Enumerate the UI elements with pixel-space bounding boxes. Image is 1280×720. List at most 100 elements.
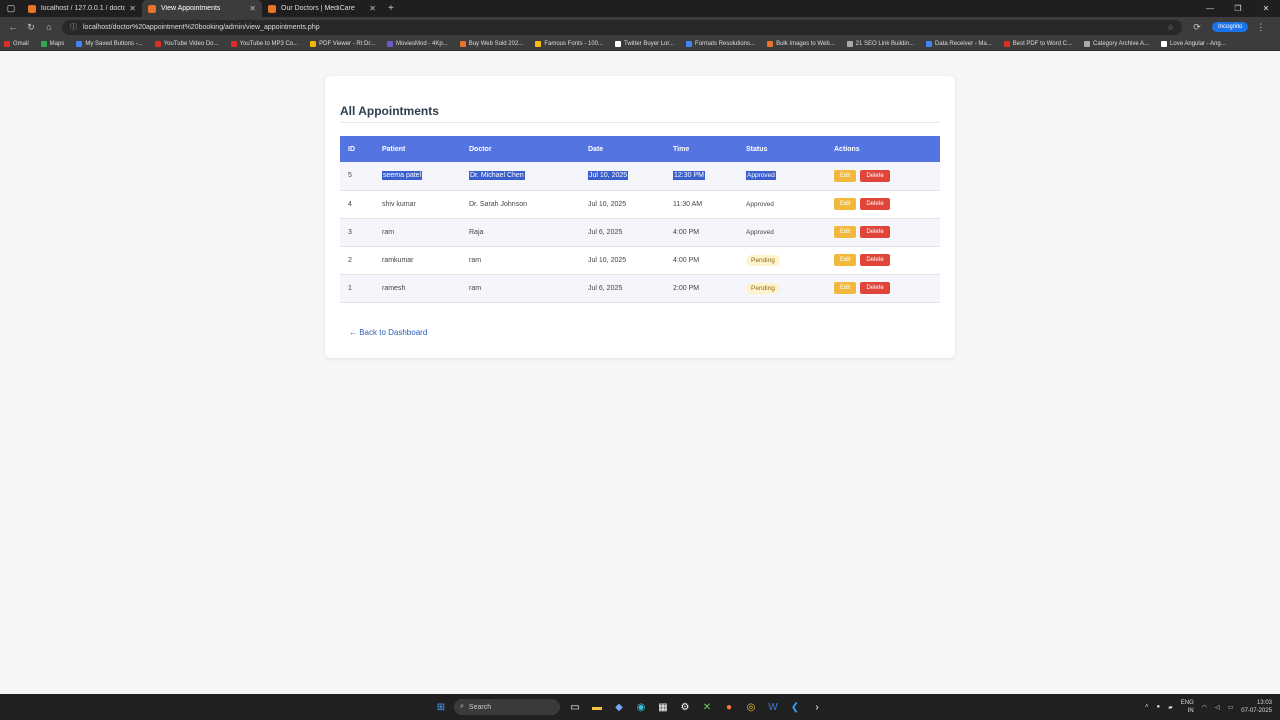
appointments-card: All Appointments ID Patient Doctor Date … [325,76,955,358]
patient-text: seema patel [382,171,423,181]
bookmark-item[interactable]: Formats Resolutions... [686,40,755,47]
doctor-text: Dr. Sarah Johnson [469,200,527,208]
site-favicon-icon [268,4,276,13]
bookmark-item[interactable]: Category Archive A... [1083,40,1149,47]
bookmark-favicon-icon [1003,40,1010,47]
battery-icon[interactable]: ▭ [1228,704,1234,711]
word-icon[interactable]: W [764,698,782,716]
delete-button[interactable]: Delete [860,198,890,210]
edge-icon[interactable]: ◉ [632,698,650,716]
bookmark-item[interactable]: Famous Fonts - 100... [535,40,603,47]
bookmark-star-icon[interactable]: ☆ [1167,23,1174,32]
firefox-icon[interactable]: ● [720,698,738,716]
cell-actions: Edit Delete [826,274,940,302]
id-text: 5 [348,172,352,180]
bookmark-favicon-icon [76,40,83,47]
browser-tab-phpmyadmin[interactable]: localhost / 127.0.0.1 / doctor app ✕ [22,0,142,17]
bookmark-item[interactable]: 21 SEO Link Buildin... [846,40,914,47]
bookmark-item[interactable]: YouTube to MP3 Co... [230,40,298,47]
date-text: Jul 10, 2025 [588,200,627,208]
store-icon[interactable]: ▦ [654,698,672,716]
copilot-icon[interactable]: ◆ [610,698,628,716]
status-badge: Approved [746,228,774,236]
browser-tab-bar: ▢ localhost / 127.0.0.1 / doctor app ✕ V… [0,0,1280,17]
tab-label: localhost / 127.0.0.1 / doctor app [41,5,126,12]
delete-button[interactable]: Delete [860,282,890,294]
delete-button[interactable]: Delete [860,226,890,238]
restore-icon[interactable]: ❐ [1224,0,1252,17]
vscode-icon[interactable]: ❮ [786,698,804,716]
bookmark-favicon-icon [154,40,161,47]
task-view-icon[interactable]: ▭ [566,698,584,716]
bookmark-item[interactable]: YouTube Video Do... [154,40,219,47]
bookmark-item[interactable]: Data Receiver - Ma... [926,40,992,47]
browser-tab-view-appointments[interactable]: View Appointments ✕ [142,0,262,17]
bookmark-label: Maps [49,40,65,47]
browser-toolbar: ← ↻ ⌂ ⓘ localhost/doctor%20appointment%2… [0,17,1280,37]
bookmark-item[interactable]: MoviesMod - 4Kp... [387,40,448,47]
terminal-icon[interactable]: › [808,698,826,716]
edit-button[interactable]: Edit [834,282,857,294]
column-header-time: Time [673,145,690,153]
doctor-text: Dr. Michael Chen [469,171,525,181]
back-to-dashboard-link[interactable]: ← Back to Dashboard [349,328,427,337]
profile-button[interactable]: Incognito [1212,22,1249,32]
back-arrow-icon[interactable]: ← [4,18,22,36]
edit-button[interactable]: Edit [834,198,857,210]
xbox-icon[interactable]: ✕ [698,698,716,716]
close-tab-icon[interactable]: ✕ [369,4,376,13]
bookmark-item[interactable]: Love Angular - Ang... [1161,40,1226,47]
bookmark-item[interactable]: PDF Viewer - Rt Dr... [310,40,375,47]
new-tab-button[interactable]: + [388,3,394,14]
bookmark-favicon-icon [4,40,10,47]
minimize-icon[interactable]: — [1196,0,1224,17]
delete-button[interactable]: Delete [860,169,890,182]
bookmark-label: MoviesMod - 4Kp... [396,40,448,47]
column-header-id: ID [348,145,355,153]
column-header-doctor: Doctor [469,145,492,153]
bookmark-item[interactable]: Maps [40,40,65,47]
bookmark-item[interactable]: My Saved Buttons -... [76,40,143,47]
tray-app-icon[interactable]: ● [1156,704,1160,710]
bookmark-item[interactable]: Bulk Images to Web... [767,40,835,47]
bookmark-item[interactable]: Buy Web Sold 202... [459,40,523,47]
cell-doctor: ram [461,274,580,302]
cell-time: 2:00 PM [665,274,738,302]
status-badge: Approved [746,200,774,208]
clock[interactable]: 13:03 07-07-2025 [1241,699,1272,715]
close-tab-icon[interactable]: ✕ [129,4,136,13]
bookmark-favicon-icon [1161,40,1168,47]
date-text: Jul 6, 2025 [588,228,623,236]
cell-patient: ramesh [374,274,461,302]
volume-icon[interactable]: ◁ [1215,704,1220,711]
site-info-icon[interactable]: ⓘ [70,22,77,32]
wifi-icon[interactable]: ◠ [1202,704,1207,711]
bookmark-favicon-icon [230,40,237,47]
home-icon[interactable]: ⌂ [40,18,58,36]
edit-button[interactable]: Edit [834,254,857,266]
chrome-icon[interactable]: ◎ [742,698,760,716]
bookmark-item[interactable]: Best PDF to Word C... [1003,40,1072,47]
edit-button[interactable]: Edit [834,169,857,182]
doctor-text: ram [469,284,482,292]
language-indicator[interactable]: ENG IN [1181,699,1194,715]
browser-tab-our-doctors[interactable]: Our Doctors | MediCare ✕ [262,0,382,17]
taskbar-search[interactable]: ⌕ Search [454,699,560,715]
settings-icon[interactable]: ⚙ [676,698,694,716]
edit-button[interactable]: Edit [834,226,857,238]
close-tab-icon[interactable]: ✕ [249,4,256,13]
page-viewport: All Appointments ID Patient Doctor Date … [0,52,1280,694]
reload-icon[interactable]: ↻ [22,18,40,36]
close-window-icon[interactable]: ✕ [1252,0,1280,17]
window-menu-icon[interactable]: ▢ [0,0,22,17]
address-bar[interactable]: ⓘ localhost/doctor%20appointment%20booki… [62,19,1182,35]
tray-folder-icon[interactable]: ▰ [1168,704,1173,711]
bookmark-item[interactable]: Twitter Buyer Lor... [615,40,674,47]
tray-overflow-icon[interactable]: ˄ [1145,704,1149,710]
bookmark-item[interactable]: Gmail [4,40,29,47]
delete-button[interactable]: Delete [860,254,890,266]
extensions-icon[interactable]: ⟳ [1188,18,1206,36]
file-explorer-icon[interactable]: ▬ [588,698,606,716]
windows-start-icon[interactable]: ⊞ [432,698,450,716]
browser-menu-icon[interactable]: ⋮ [1256,22,1265,33]
